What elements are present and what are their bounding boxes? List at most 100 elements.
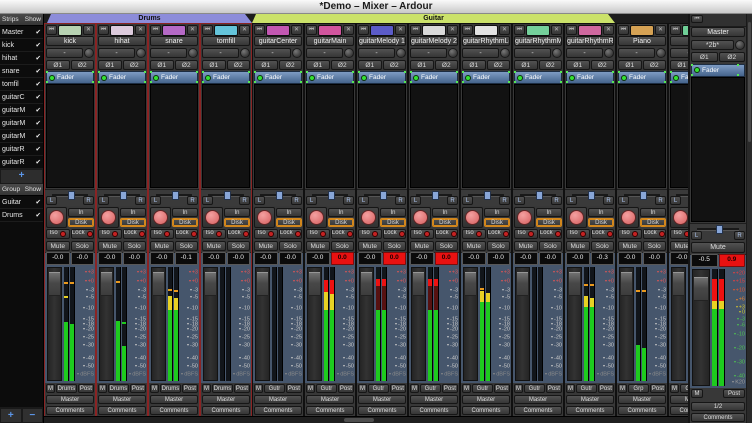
- track-name-button[interactable]: guitarMain: [306, 36, 354, 46]
- sidebar-strip-row[interactable]: guitarM✔: [0, 104, 43, 117]
- peak-display[interactable]: -0.0: [227, 252, 251, 265]
- pan-thumb[interactable]: [432, 191, 439, 200]
- narrow-strip-button[interactable]: ⏮: [202, 25, 213, 35]
- gain-fader[interactable]: [567, 267, 582, 381]
- pan-right-button[interactable]: R: [603, 196, 614, 205]
- monitor-input-button[interactable]: In: [640, 208, 666, 217]
- track-color-chip[interactable]: [110, 25, 134, 36]
- pan-control[interactable]: LR: [253, 189, 303, 207]
- output-routing-button[interactable]: Master: [410, 395, 458, 404]
- track-color-chip[interactable]: [318, 25, 342, 36]
- trim-knob[interactable]: [552, 48, 562, 58]
- sidebar-strip-row[interactable]: tomfil✔: [0, 78, 43, 91]
- gain-fader[interactable]: [203, 267, 218, 381]
- gain-fader[interactable]: [619, 267, 634, 381]
- strip-visible-checkbox[interactable]: ✔: [36, 145, 41, 153]
- processor-box[interactable]: [358, 84, 406, 188]
- fader-processor-entry[interactable]: Fader: [566, 71, 614, 84]
- processor-active-led[interactable]: [257, 75, 263, 81]
- track-color-chip[interactable]: [58, 25, 82, 36]
- strip-visible-checkbox[interactable]: ✔: [36, 119, 41, 127]
- processor-active-led[interactable]: [101, 75, 107, 81]
- narrow-strip-button[interactable]: ⏮: [98, 25, 109, 35]
- horizontal-scrollbar[interactable]: [44, 416, 688, 423]
- processor-box[interactable]: [514, 84, 562, 188]
- narrow-strip-button[interactable]: ⏮: [150, 25, 161, 35]
- solo-lock-button[interactable]: Lock: [175, 229, 199, 239]
- phase-1-button[interactable]: Ø1: [566, 60, 590, 70]
- mute-button[interactable]: Mute: [618, 241, 642, 251]
- gain-fader[interactable]: [463, 267, 478, 381]
- monitor-disk-button[interactable]: Disk: [380, 218, 406, 227]
- automation-mode-button[interactable]: M: [566, 384, 575, 393]
- phase-2-button[interactable]: Ø2: [487, 60, 511, 70]
- gain-display[interactable]: -0.0: [46, 252, 70, 265]
- pan-thumb[interactable]: [276, 191, 283, 200]
- phase-2-button[interactable]: Ø2: [123, 60, 147, 70]
- comments-button[interactable]: Comments: [254, 406, 302, 415]
- track-color-chip[interactable]: [578, 25, 602, 36]
- gain-fader-handle[interactable]: [309, 272, 320, 296]
- solo-lock-button[interactable]: Lock: [539, 229, 563, 239]
- fader-processor-entry[interactable]: Fader: [254, 71, 302, 84]
- mute-button[interactable]: Mute: [98, 241, 122, 251]
- route-group-button[interactable]: Gutr: [316, 384, 337, 393]
- sidebar-group-row[interactable]: Drums✔: [0, 209, 43, 222]
- pan-right-button[interactable]: R: [135, 196, 146, 205]
- route-group-button[interactable]: Gutr: [472, 384, 493, 393]
- master-gain-fader[interactable]: [692, 269, 710, 386]
- phase-1-button[interactable]: Ø1: [618, 60, 642, 70]
- mute-button[interactable]: Mute: [46, 241, 70, 251]
- mute-button[interactable]: Mute: [150, 241, 174, 251]
- input-button[interactable]: -: [306, 48, 343, 58]
- gain-fader-handle[interactable]: [465, 272, 476, 296]
- solo-button[interactable]: Solo: [227, 241, 251, 251]
- track-color-chip[interactable]: [266, 25, 290, 36]
- output-routing-button[interactable]: Master: [618, 395, 666, 404]
- solo-lock-button[interactable]: Lock: [227, 229, 251, 239]
- track-name-button[interactable]: hihat: [98, 36, 146, 46]
- narrow-strip-button[interactable]: ⏮: [566, 25, 577, 35]
- processor-active-led[interactable]: [309, 75, 315, 81]
- solo-lock-button[interactable]: Lock: [71, 229, 95, 239]
- comments-button[interactable]: Comments: [566, 406, 614, 415]
- route-group-button[interactable]: Gutr: [368, 384, 389, 393]
- monitor-input-button[interactable]: In: [328, 208, 354, 217]
- monitor-disk-button[interactable]: Disk: [172, 218, 198, 227]
- pan-control[interactable]: LR: [97, 189, 147, 207]
- pan-right-button[interactable]: R: [551, 196, 562, 205]
- mute-button[interactable]: Mute: [202, 241, 226, 251]
- processor-box[interactable]: [462, 84, 510, 188]
- pan-left-button[interactable]: L: [202, 196, 213, 205]
- processor-active-led[interactable]: [517, 75, 523, 81]
- pan-control[interactable]: LR: [617, 189, 667, 207]
- track-name-button[interactable]: snare: [150, 36, 198, 46]
- solo-isolate-button[interactable]: Iso: [618, 229, 642, 239]
- fader-processor-entry[interactable]: Fader: [410, 71, 458, 84]
- route-group-button[interactable]: Drums: [108, 384, 129, 393]
- meter-point-button[interactable]: Post: [390, 384, 406, 393]
- remove-group-button[interactable]: −: [22, 408, 44, 423]
- gain-fader-handle[interactable]: [101, 272, 112, 296]
- mute-button[interactable]: Mute: [358, 241, 382, 251]
- processor-active-led[interactable]: [361, 75, 367, 81]
- gain-fader[interactable]: [359, 267, 374, 381]
- automation-mode-button[interactable]: M: [254, 384, 263, 393]
- monitor-disk-button[interactable]: Disk: [68, 218, 94, 227]
- meter-point-button[interactable]: Post: [234, 384, 250, 393]
- mute-button[interactable]: Mute: [670, 241, 688, 251]
- trim-knob[interactable]: [344, 48, 354, 58]
- narrow-strip-button[interactable]: ⏮: [462, 25, 473, 35]
- gain-fader[interactable]: [151, 267, 166, 381]
- group-visible-checkbox[interactable]: ✔: [36, 198, 41, 206]
- pan-right-button[interactable]: R: [187, 196, 198, 205]
- phase-2-button[interactable]: Ø2: [279, 60, 303, 70]
- hide-strip-button[interactable]: ✕: [603, 25, 614, 35]
- processor-active-led[interactable]: [205, 75, 211, 81]
- phase-1-button[interactable]: Ø1: [462, 60, 486, 70]
- solo-isolate-button[interactable]: Iso: [46, 229, 70, 239]
- narrow-strip-button[interactable]: ⏮: [514, 25, 525, 35]
- comments-button[interactable]: Comments: [46, 406, 94, 415]
- solo-button[interactable]: Solo: [123, 241, 147, 251]
- fader-processor-entry[interactable]: Fader: [618, 71, 666, 84]
